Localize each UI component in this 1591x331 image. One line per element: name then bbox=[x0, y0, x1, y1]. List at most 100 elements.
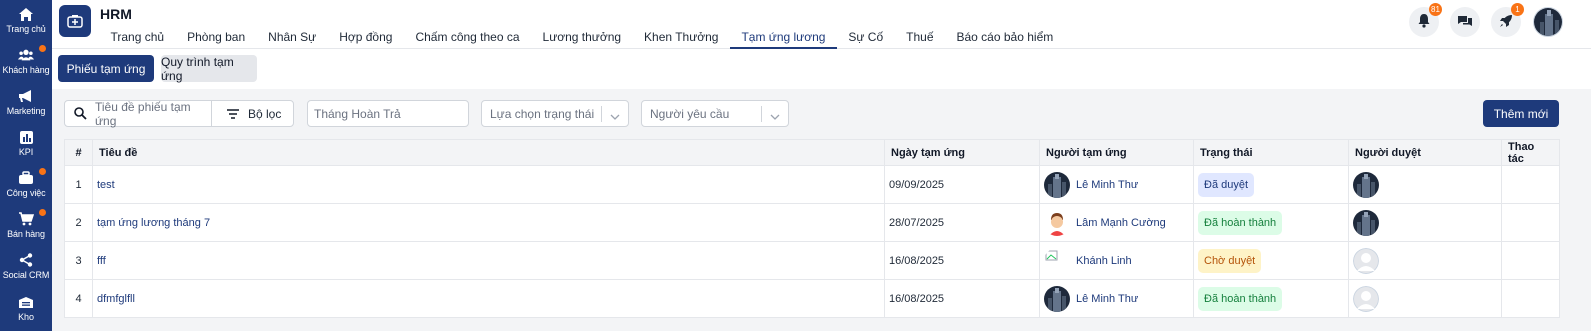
table-row[interactable]: 3 fff 16/08/2025 Khánh Linh Chờ duyệt bbox=[64, 241, 1560, 280]
sidebar-item-home[interactable]: Trang chủ bbox=[0, 0, 52, 40]
status-select[interactable]: Lựa chọn trạng thái bbox=[481, 100, 629, 127]
briefcase-icon bbox=[18, 170, 34, 186]
col-actions: Thao tác bbox=[1501, 139, 1560, 166]
col-person: Người tạm ứng bbox=[1039, 139, 1194, 166]
row-date: 16/08/2025 bbox=[884, 279, 1040, 318]
requester-placeholder: Người yêu cầu bbox=[650, 106, 730, 121]
month-placeholder: Tháng Hoàn Trả bbox=[314, 106, 401, 121]
sidebar-item-label: Công việc bbox=[6, 188, 46, 198]
row-index: 2 bbox=[64, 203, 93, 242]
cart-icon bbox=[18, 211, 34, 227]
messages-button[interactable] bbox=[1450, 7, 1480, 37]
advance-table: # Tiêu đề Ngày tạm ứng Người tạm ứng Trạ… bbox=[64, 139, 1560, 318]
users-icon bbox=[18, 47, 34, 63]
repayment-month-field[interactable]: Tháng Hoàn Trả bbox=[307, 100, 469, 127]
tab-staff[interactable]: Nhân Sự bbox=[257, 24, 328, 49]
sidebar-item-label: KPI bbox=[18, 147, 34, 157]
notification-dot bbox=[39, 209, 46, 216]
row-actions bbox=[1501, 203, 1560, 242]
sidebar-item-customers[interactable]: Khách hàng bbox=[0, 41, 52, 81]
sidebar-item-social-crm[interactable]: Social CRM bbox=[0, 246, 52, 286]
filter-label: Bộ lọc bbox=[248, 106, 282, 121]
row-title-link[interactable]: tạm ứng lương tháng 7 bbox=[97, 217, 210, 229]
row-title-link[interactable]: dfmfglfll bbox=[97, 293, 135, 305]
row-title-link[interactable]: test bbox=[97, 179, 115, 191]
table-header-row: # Tiêu đề Ngày tạm ứng Người tạm ứng Trạ… bbox=[64, 139, 1560, 166]
user-avatar[interactable] bbox=[1533, 7, 1563, 37]
app-title: HRM bbox=[100, 6, 132, 22]
rocket-icon bbox=[1499, 14, 1513, 31]
sidebar-item-kpi[interactable]: KPI bbox=[0, 123, 52, 163]
sidebar-item-warehouse[interactable]: Kho bbox=[0, 288, 52, 328]
select-divider bbox=[761, 106, 762, 122]
filter-icon bbox=[227, 108, 239, 122]
sidebar-item-marketing[interactable]: Marketing bbox=[0, 82, 52, 122]
module-tabs: Trang chủ Phòng ban Nhân Sự Hợp đồng Chấ… bbox=[99, 24, 1065, 49]
search-placeholder: Tiêu đề phiếu tạm ứng bbox=[95, 99, 191, 128]
rocket-badge: 1 bbox=[1511, 3, 1524, 16]
row-index: 1 bbox=[64, 165, 93, 204]
col-approver: Người duyệt bbox=[1348, 139, 1502, 166]
sidebar-item-label: Social CRM bbox=[2, 270, 50, 280]
tab-rewards[interactable]: Khen Thưởng bbox=[633, 24, 730, 49]
col-title: Tiêu đề bbox=[92, 139, 885, 166]
tab-departments[interactable]: Phòng ban bbox=[176, 24, 257, 49]
sidebar-item-label: Bán hàng bbox=[7, 229, 45, 239]
person-name[interactable]: Lâm Mạnh Cường bbox=[1076, 217, 1166, 229]
rocket-button[interactable]: 1 bbox=[1491, 3, 1524, 37]
person-name[interactable]: Khánh Linh bbox=[1076, 255, 1132, 267]
sidebar-item-tasks[interactable]: Công việc bbox=[0, 164, 52, 204]
notification-dot bbox=[39, 45, 46, 52]
add-new-button[interactable]: Thêm mới bbox=[1483, 100, 1559, 127]
chart-icon bbox=[18, 129, 34, 145]
sidebar: Trang chủ Khách hàng Marketing KPI Công … bbox=[0, 0, 52, 331]
row-title-link[interactable]: fff bbox=[97, 255, 106, 267]
tab-insurance-report[interactable]: Báo cáo bảo hiểm bbox=[945, 24, 1065, 49]
tab-shift-attendance[interactable]: Chấm công theo ca bbox=[404, 24, 531, 49]
tab-advance-slips[interactable]: Phiếu tạm ứng bbox=[58, 55, 154, 82]
share-icon bbox=[18, 252, 34, 268]
advance-person: Khánh Linh bbox=[1044, 248, 1189, 274]
avatar bbox=[1044, 171, 1070, 198]
col-status: Trạng thái bbox=[1193, 139, 1349, 166]
person-name[interactable]: Lê Minh Thư bbox=[1076, 293, 1138, 305]
sidebar-item-sales[interactable]: Bán hàng bbox=[0, 205, 52, 245]
notifications-button[interactable]: 81 bbox=[1409, 3, 1442, 37]
tab-salary-advance[interactable]: Tạm ứng lương bbox=[729, 24, 837, 49]
table-row[interactable]: 1 test 09/09/2025 Lê Minh Thư Đã duyệt bbox=[64, 165, 1560, 204]
col-date: Ngày tạm ứng bbox=[884, 139, 1040, 166]
sub-tabs-bar: Phiếu tạm ứng Quy trình tạm ứng bbox=[52, 49, 1591, 89]
sidebar-item-label: Trang chủ bbox=[6, 24, 46, 34]
row-date: 09/09/2025 bbox=[884, 165, 1040, 204]
search-input[interactable]: Tiêu đề phiếu tạm ứng bbox=[64, 99, 212, 128]
tab-advance-process[interactable]: Quy trình tạm ứng bbox=[161, 55, 257, 83]
person-name[interactable]: Lê Minh Thư bbox=[1076, 179, 1138, 191]
megaphone-icon bbox=[18, 88, 34, 104]
status-badge: Đã hoàn thành bbox=[1198, 210, 1283, 235]
cartoon-avatar bbox=[1044, 209, 1070, 236]
status-badge: Chờ duyệt bbox=[1198, 248, 1262, 273]
sidebar-item-label: Khách hàng bbox=[2, 65, 50, 75]
advance-person: Lâm Mạnh Cường bbox=[1044, 209, 1189, 236]
table-row[interactable]: 4 dfmfglfll 16/08/2025 Lê Minh Thư Đã ho… bbox=[64, 279, 1560, 318]
col-index: # bbox=[64, 139, 93, 166]
row-actions bbox=[1501, 165, 1560, 204]
approver-avatar bbox=[1353, 171, 1379, 198]
filter-button[interactable]: Bộ lọc bbox=[211, 100, 294, 127]
notification-dot bbox=[39, 168, 46, 175]
row-index: 4 bbox=[64, 279, 93, 318]
tab-tax[interactable]: Thuế bbox=[895, 24, 945, 49]
tab-home[interactable]: Trang chủ bbox=[99, 24, 176, 49]
tab-incidents[interactable]: Sự Cố bbox=[837, 24, 895, 49]
chevron-down-icon bbox=[610, 109, 620, 123]
tab-salary[interactable]: Lương thưởng bbox=[531, 24, 633, 49]
search-icon bbox=[74, 107, 87, 123]
hrm-app-icon bbox=[59, 5, 91, 37]
advance-person: Lê Minh Thư bbox=[1044, 171, 1189, 198]
tab-contracts[interactable]: Hợp đồng bbox=[328, 24, 404, 49]
broken-image-icon bbox=[1044, 248, 1070, 274]
avatar bbox=[1044, 285, 1070, 312]
table-row[interactable]: 2 tạm ứng lương tháng 7 28/07/2025 Lâm M… bbox=[64, 203, 1560, 242]
bell-icon bbox=[1417, 13, 1431, 31]
requester-select[interactable]: Người yêu cầu bbox=[641, 100, 789, 127]
